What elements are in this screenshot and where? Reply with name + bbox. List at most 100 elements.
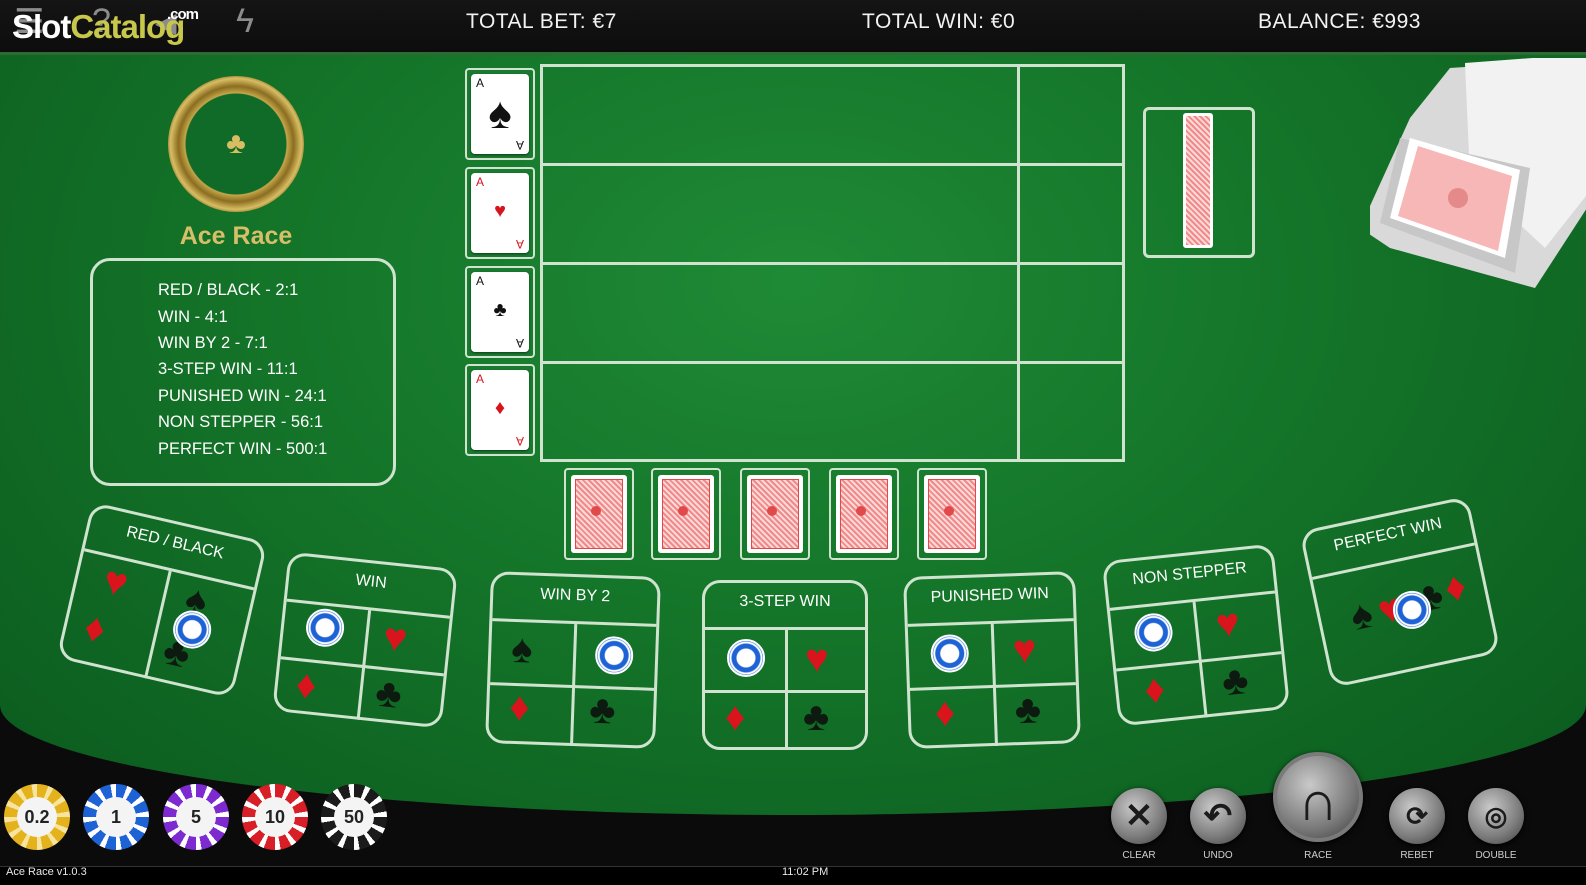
chip-value: 10 [255, 797, 295, 837]
logo-suffix-text: .com [167, 6, 199, 23]
total-bet-value: €7 [592, 10, 617, 33]
race-track [540, 64, 1125, 462]
ace-slot-diamonds: A ♦ A [465, 364, 535, 456]
chip-value: 50 [334, 797, 374, 837]
ace-card-diamonds: A ♦ A [471, 370, 529, 450]
balance: BALANCE: €993 [1258, 10, 1421, 34]
horseshoe-icon: ∩ [1297, 769, 1339, 832]
game-title: Ace Race [179, 222, 293, 250]
diamond-icon: ♦ [293, 662, 319, 709]
total-win-label: TOTAL WIN: [862, 10, 985, 33]
version-text: Ace Race v1.0.3 [6, 866, 87, 878]
card-rank: A [515, 434, 524, 448]
card-back [571, 475, 627, 553]
chip-50[interactable]: 50 [321, 784, 387, 850]
bet-3-step-win[interactable]: 3-STEP WIN ♥ ♦ ♣ [702, 580, 868, 750]
spade-icon: ♠ [510, 626, 534, 672]
chip-0-2[interactable]: 0.2 [4, 784, 70, 850]
chip-1[interactable]: 1 [83, 784, 149, 850]
card-rank: A [476, 76, 485, 90]
club-icon: ♣ [1013, 687, 1042, 733]
diamond-icon: ♦ [1142, 666, 1168, 713]
logo: SlotCatalog .com [12, 6, 199, 46]
emblem-suits-icon: ♣ [226, 127, 246, 160]
finish-line [1017, 67, 1020, 459]
card-rank: A [476, 175, 485, 189]
heart-icon: ♥ [1011, 627, 1038, 673]
total-win: TOTAL WIN: €0 [862, 10, 1015, 34]
total-bet-label: TOTAL BET: [466, 10, 587, 33]
diamond-icon: ♦ [725, 695, 746, 739]
clock-text: 11:02 PM [782, 866, 829, 878]
race-label: RACE [1304, 850, 1332, 861]
card-back [836, 475, 892, 553]
bet-label: PUNISHED WIN [930, 584, 1050, 607]
club-icon: ♣ [373, 670, 404, 718]
paytable-line: RED / BLACK - 2:1 [158, 281, 299, 299]
clear-button[interactable]: ✕ [1111, 788, 1167, 844]
ace-slot-spades: A ♠ A [465, 68, 535, 160]
placed-chip[interactable] [727, 639, 765, 677]
game-emblem-icon: ♣ [168, 76, 304, 212]
bet-non-stepper[interactable]: NON STEPPER ♥ ♦ ♣ [1101, 543, 1291, 727]
undo-label: UNDO [1203, 850, 1233, 861]
double-label: DOUBLE [1475, 850, 1517, 861]
card-rank: A [476, 372, 485, 386]
ace-slot-clubs: A ♣ A [465, 266, 535, 358]
bet-label: 3-STEP WIN [739, 593, 831, 610]
balance-value: €993 [1372, 10, 1421, 33]
diamond-icon: ♦ [494, 397, 506, 419]
heart-icon: ♥ [1213, 600, 1242, 647]
ace-card-clubs: A ♣ A [471, 272, 529, 352]
card-rank: A [515, 336, 524, 350]
close-icon: ✕ [1124, 797, 1154, 835]
card-rank: A [476, 274, 485, 288]
chip-10[interactable]: 10 [242, 784, 308, 850]
track-divider [543, 163, 1122, 166]
card-back [747, 475, 803, 553]
spade-icon: ♠ [488, 89, 512, 138]
paytable-line: PUNISHED WIN - 24:1 [158, 387, 327, 405]
step-card-slot [917, 468, 987, 560]
chip-value: 1 [96, 797, 136, 837]
rebet-icon: ⟳ [1406, 801, 1428, 831]
chip-value: 5 [176, 797, 216, 837]
ace-card-hearts: A ♥ A [471, 173, 529, 253]
paytable-line: WIN - 4:1 [158, 308, 228, 326]
heart-icon: ♥ [494, 200, 506, 222]
coins-icon: ◎ [1484, 801, 1508, 831]
heart-icon: ♥ [381, 615, 410, 662]
clear-label: CLEAR [1122, 850, 1156, 861]
undo-button[interactable]: ↶ [1190, 788, 1246, 844]
ace-card-spades: A ♠ A [471, 74, 529, 154]
diamond-icon: ♦ [934, 690, 956, 736]
card-rank: A [515, 237, 524, 251]
burn-card [1183, 113, 1213, 248]
total-bet: TOTAL BET: €7 [466, 10, 617, 34]
paytable-line: PERFECT WIN - 500:1 [158, 440, 328, 458]
card-back [658, 475, 714, 553]
double-button[interactable]: ◎ [1468, 788, 1524, 844]
paytable-line: NON STEPPER - 56:1 [158, 413, 324, 431]
step-card-slot [564, 468, 634, 560]
track-divider [543, 262, 1122, 265]
balance-label: BALANCE: [1258, 10, 1366, 33]
paytable-line: 3-STEP WIN - 11:1 [158, 360, 298, 378]
race-button[interactable]: ∩ [1273, 752, 1363, 842]
club-icon: ♣ [588, 687, 617, 733]
bet-label: NON STEPPER [1131, 559, 1248, 589]
club-icon: ♣ [493, 299, 507, 321]
bet-win[interactable]: WIN ♥ ♦ ♣ [272, 551, 458, 729]
total-win-value: €0 [990, 10, 1016, 33]
bet-win-by-2[interactable]: WIN BY 2 ♠ ♦ ♣ [485, 571, 661, 749]
diamond-icon: ♦ [508, 684, 531, 730]
chip-5[interactable]: 5 [163, 784, 229, 850]
logo-main-text: Slot [12, 8, 71, 45]
bet-label: WIN BY 2 [539, 585, 611, 606]
bet-punished-win[interactable]: PUNISHED WIN ♥ ♦ ♣ [903, 571, 1081, 749]
rebet-button[interactable]: ⟳ [1389, 788, 1445, 844]
club-icon: ♣ [1219, 657, 1251, 705]
step-card-slot [740, 468, 810, 560]
turbo-icon[interactable]: ϟ [236, 2, 254, 41]
step-card-slot [651, 468, 721, 560]
